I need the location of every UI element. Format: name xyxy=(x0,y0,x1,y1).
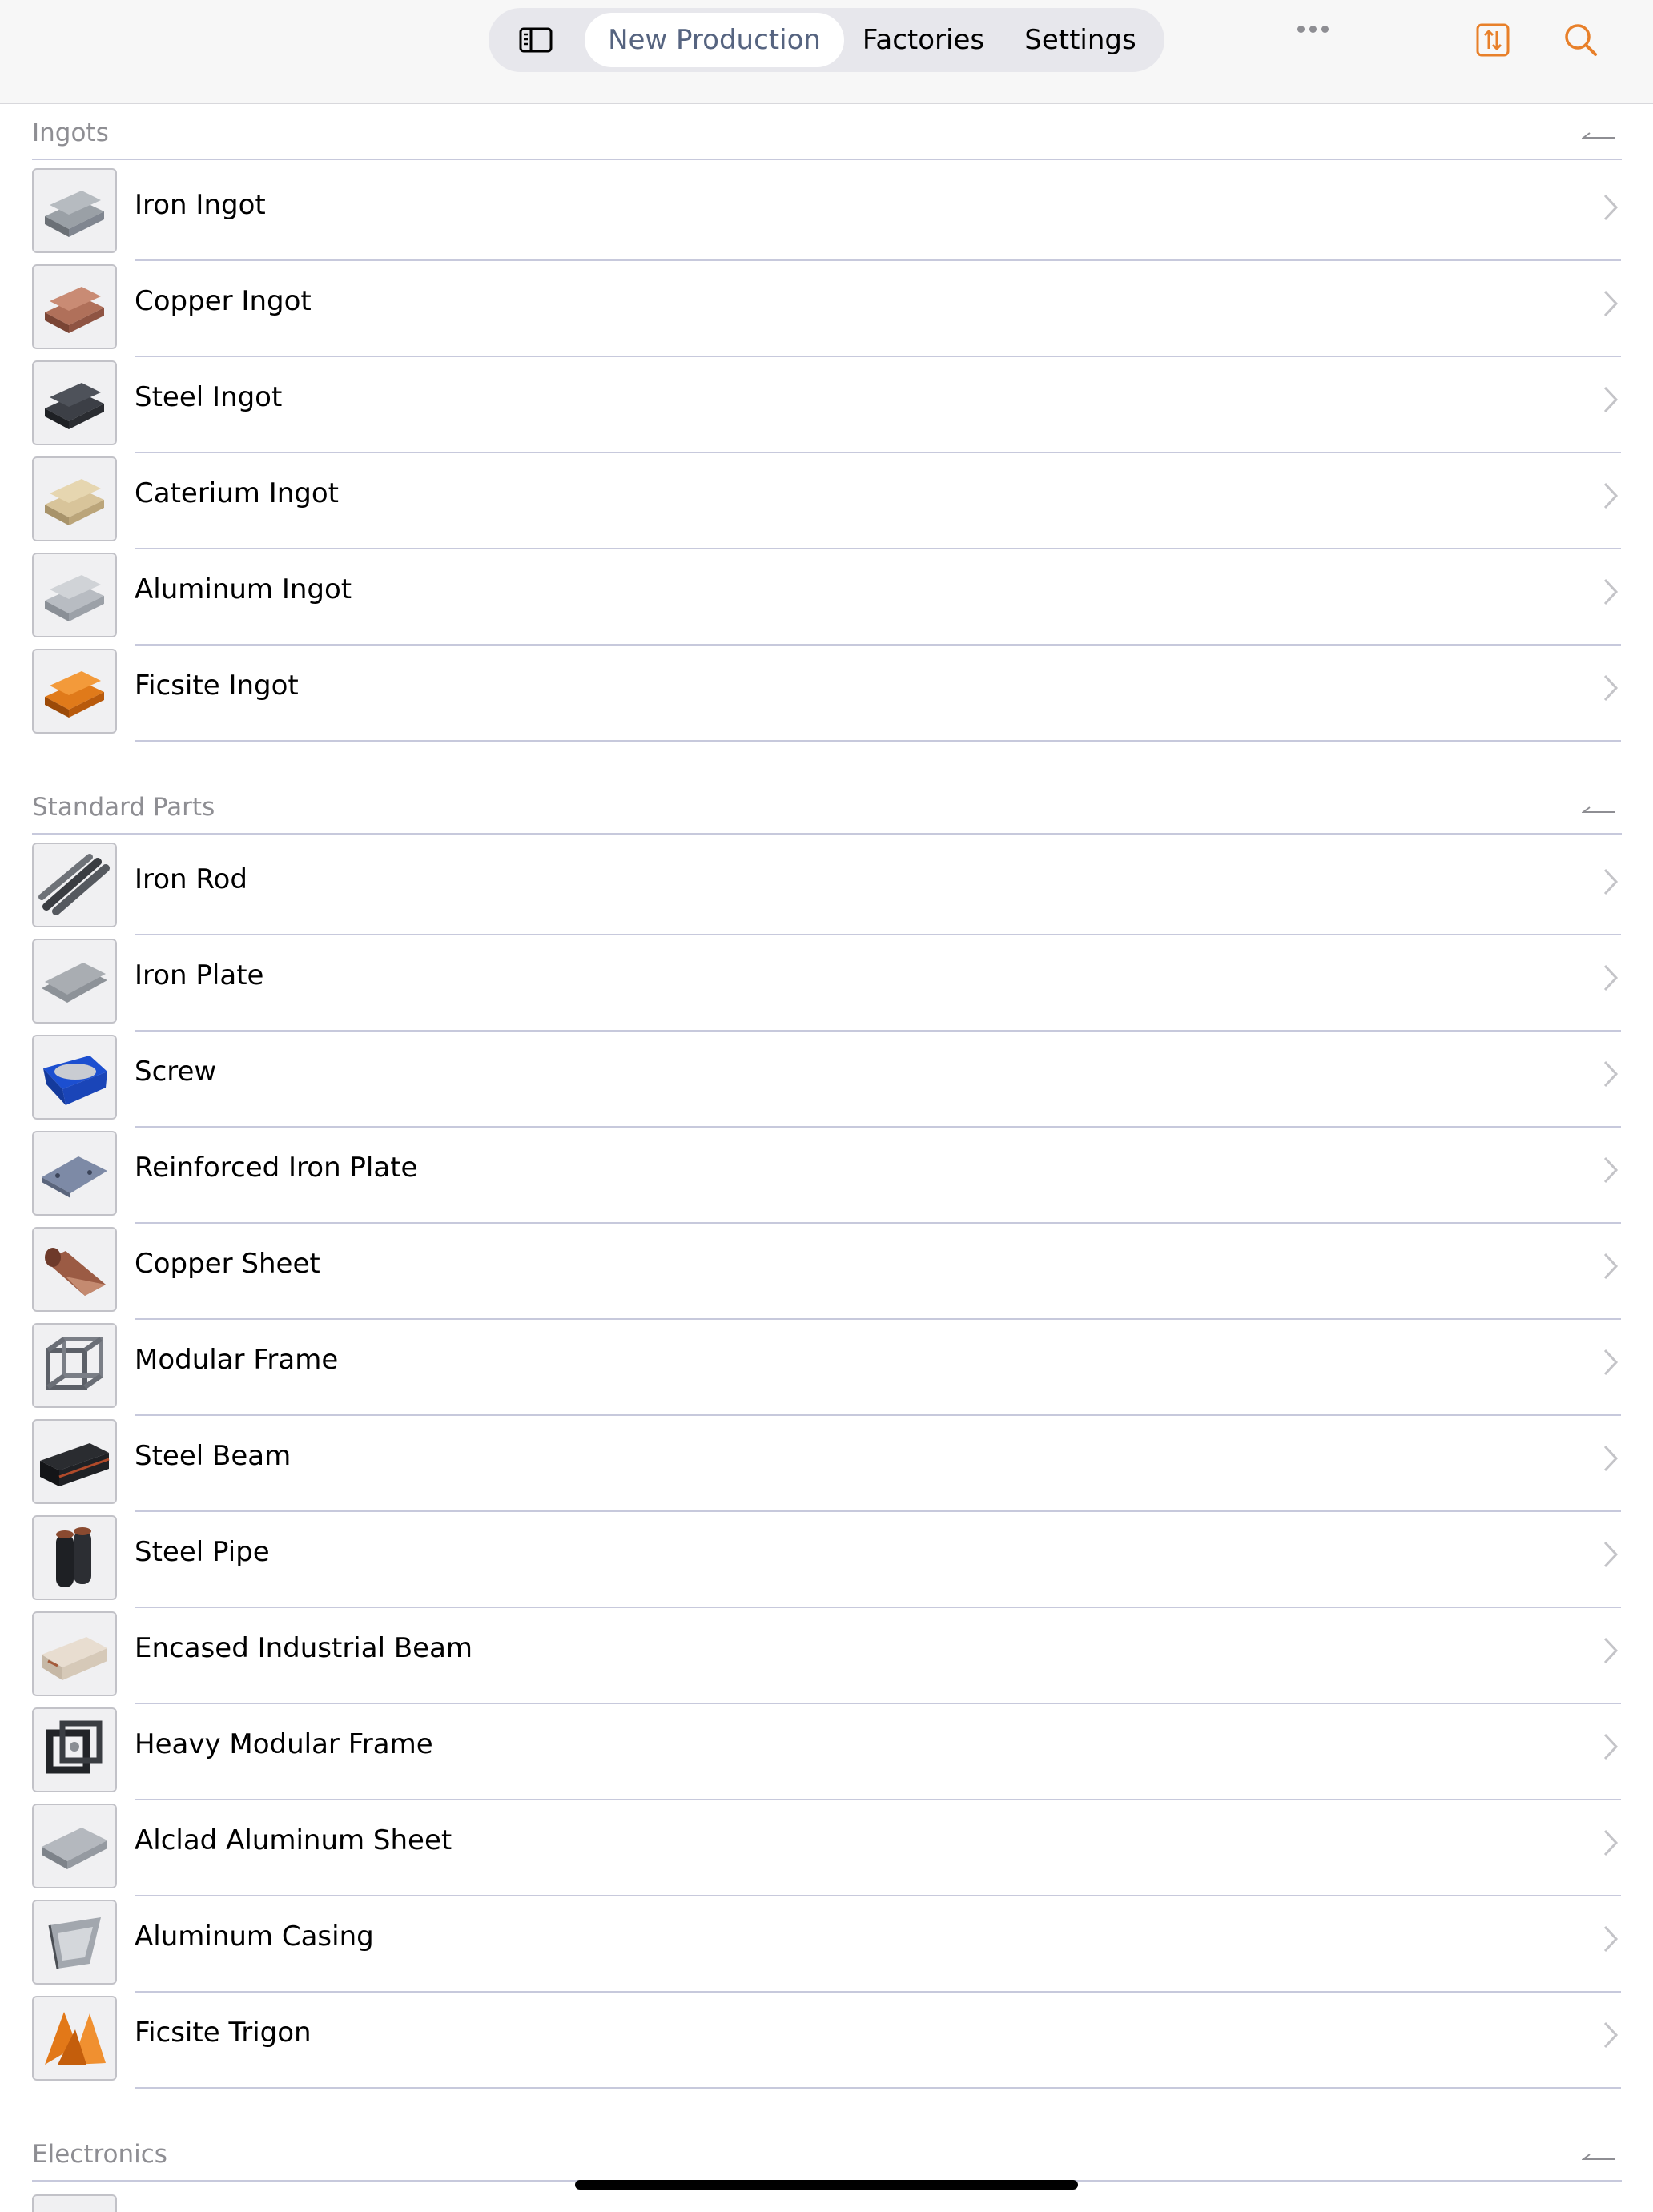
item-label: Steel Pipe xyxy=(135,1536,270,1568)
chevron-right-icon xyxy=(1603,1637,1619,1664)
item-label: Copper Ingot xyxy=(135,285,312,317)
chevron-right-icon xyxy=(1603,1349,1619,1376)
ficsite-trigon-icon xyxy=(32,1996,117,2081)
item-label: Encased Industrial Beam xyxy=(135,1632,473,1664)
caterium-ingot-icon xyxy=(32,456,117,541)
chevron-right-icon xyxy=(1603,964,1619,991)
chevron-right-icon xyxy=(1603,482,1619,509)
ficsite-ingot-icon xyxy=(32,649,117,734)
chevron-right-icon xyxy=(1603,578,1619,605)
encased-industrial-beam-icon xyxy=(32,1611,117,1696)
item-label: Alclad Aluminum Sheet xyxy=(135,1824,452,1856)
list-item-iron-plate[interactable]: Iron Plate xyxy=(0,935,1653,1032)
list-item-copper-ingot[interactable]: Copper Ingot xyxy=(0,261,1653,357)
list-item-caterium-ingot[interactable]: Caterium Ingot xyxy=(0,453,1653,549)
tab-new-production[interactable]: New Production xyxy=(585,13,844,67)
iron-ingot-icon xyxy=(32,168,117,253)
tab-settings[interactable]: Settings xyxy=(1012,13,1148,67)
item-label: Screw xyxy=(135,1056,217,1088)
chevron-right-icon xyxy=(1603,290,1619,317)
steel-beam-icon xyxy=(32,1419,117,1504)
collapse-icon[interactable] xyxy=(1582,2153,1617,2166)
chevron-right-icon xyxy=(1603,868,1619,895)
screw-icon xyxy=(32,1035,117,1120)
steel-pipe-icon xyxy=(32,1515,117,1600)
list-item-aluminum-ingot[interactable]: Aluminum Ingot xyxy=(0,549,1653,646)
chevron-right-icon xyxy=(1603,1925,1619,1953)
item-label: Reinforced Iron Plate xyxy=(135,1152,418,1184)
sort-icon[interactable] xyxy=(1474,21,1512,59)
list-item-reinforced-iron-plate[interactable]: Reinforced Iron Plate xyxy=(0,1128,1653,1224)
item-label: Iron Rod xyxy=(135,863,247,895)
chevron-right-icon xyxy=(1603,1829,1619,1856)
home-indicator[interactable] xyxy=(575,2180,1078,2190)
modular-frame-icon xyxy=(32,1323,117,1408)
chevron-right-icon xyxy=(1603,1445,1619,1472)
chevron-right-icon xyxy=(1603,674,1619,702)
multitask-dots-icon[interactable] xyxy=(1297,21,1334,33)
item-label: Ficsite Ingot xyxy=(135,670,299,702)
row-divider xyxy=(135,2087,1621,2089)
chevron-right-icon xyxy=(1603,2021,1619,2049)
item-label: Steel Ingot xyxy=(135,381,283,413)
navigation-bar: New Production Factories Settings xyxy=(0,0,1653,104)
chevron-right-icon xyxy=(1603,1156,1619,1184)
iron-plate-icon xyxy=(32,939,117,1024)
collapse-icon[interactable] xyxy=(1582,131,1617,144)
copper-sheet-icon xyxy=(32,1227,117,1312)
list-item-iron-rod[interactable]: Iron Rod xyxy=(0,839,1653,935)
chevron-right-icon xyxy=(1603,194,1619,221)
section-title: Ingots xyxy=(32,119,109,147)
search-icon[interactable] xyxy=(1562,21,1600,59)
item-label: Steel Beam xyxy=(135,1440,292,1472)
chevron-right-icon xyxy=(1603,1541,1619,1568)
copper-ingot-icon xyxy=(32,264,117,349)
tab-switcher: New Production Factories Settings xyxy=(489,8,1329,72)
section-title: Standard Parts xyxy=(32,793,215,822)
row-divider xyxy=(135,740,1621,742)
item-label: Ficsite Trigon xyxy=(135,2017,312,2049)
aluminum-casing-icon xyxy=(32,1900,117,1985)
reinforced-iron-plate-icon xyxy=(32,1131,117,1216)
section-header-electronics: Electronics xyxy=(32,2135,1622,2182)
item-label: Aluminum Ingot xyxy=(135,573,352,605)
item-label: Iron Plate xyxy=(135,959,264,991)
section-header-standard-parts: Standard Parts xyxy=(32,788,1622,835)
list-item-modular-frame[interactable]: Modular Frame xyxy=(0,1320,1653,1416)
tab-factories[interactable]: Factories xyxy=(857,13,990,67)
chevron-right-icon xyxy=(1603,1253,1619,1280)
list-item-encased-industrial-beam[interactable]: Encased Industrial Beam xyxy=(0,1608,1653,1704)
list-item-steel-pipe[interactable]: Steel Pipe xyxy=(0,1512,1653,1608)
chevron-right-icon xyxy=(1603,386,1619,413)
chevron-right-icon xyxy=(1603,1733,1619,1760)
heavy-modular-frame-icon xyxy=(32,1707,117,1792)
collapse-icon[interactable] xyxy=(1582,806,1617,818)
item-label: Aluminum Casing xyxy=(135,1920,374,1953)
list-item-heavy-modular-frame[interactable]: Heavy Modular Frame xyxy=(0,1704,1653,1800)
section-header-ingots: Ingots xyxy=(32,114,1622,160)
item-label: Modular Frame xyxy=(135,1344,339,1376)
list-item-steel-ingot[interactable]: Steel Ingot xyxy=(0,357,1653,453)
list-item-ficsite-trigon[interactable]: Ficsite Trigon xyxy=(0,1993,1653,2089)
list-item-copper-sheet[interactable]: Copper Sheet xyxy=(0,1224,1653,1320)
alclad-aluminum-sheet-icon xyxy=(32,1804,117,1888)
item-label: Copper Sheet xyxy=(135,1248,320,1280)
item-label: Heavy Modular Frame xyxy=(135,1728,433,1760)
steel-ingot-icon xyxy=(32,360,117,445)
section-title: Electronics xyxy=(32,2140,167,2169)
list-item-iron-ingot[interactable]: Iron Ingot xyxy=(0,165,1653,261)
item-label: Caterium Ingot xyxy=(135,477,340,509)
iron-rod-icon xyxy=(32,843,117,927)
list-item-alclad-aluminum-sheet[interactable]: Alclad Aluminum Sheet xyxy=(0,1800,1653,1896)
item-label: Iron Ingot xyxy=(135,189,266,221)
aluminum-ingot-icon xyxy=(32,553,117,637)
list-item-steel-beam[interactable]: Steel Beam xyxy=(0,1416,1653,1512)
list-item-ficsite-ingot[interactable]: Ficsite Ingot xyxy=(0,646,1653,742)
chevron-right-icon xyxy=(1603,1060,1619,1088)
sidebar-toggle-icon[interactable] xyxy=(517,24,556,56)
list-item-screw[interactable]: Screw xyxy=(0,1032,1653,1128)
list-item-aluminum-casing[interactable]: Aluminum Casing xyxy=(0,1896,1653,1993)
list-item-partial[interactable] xyxy=(32,2194,117,2212)
